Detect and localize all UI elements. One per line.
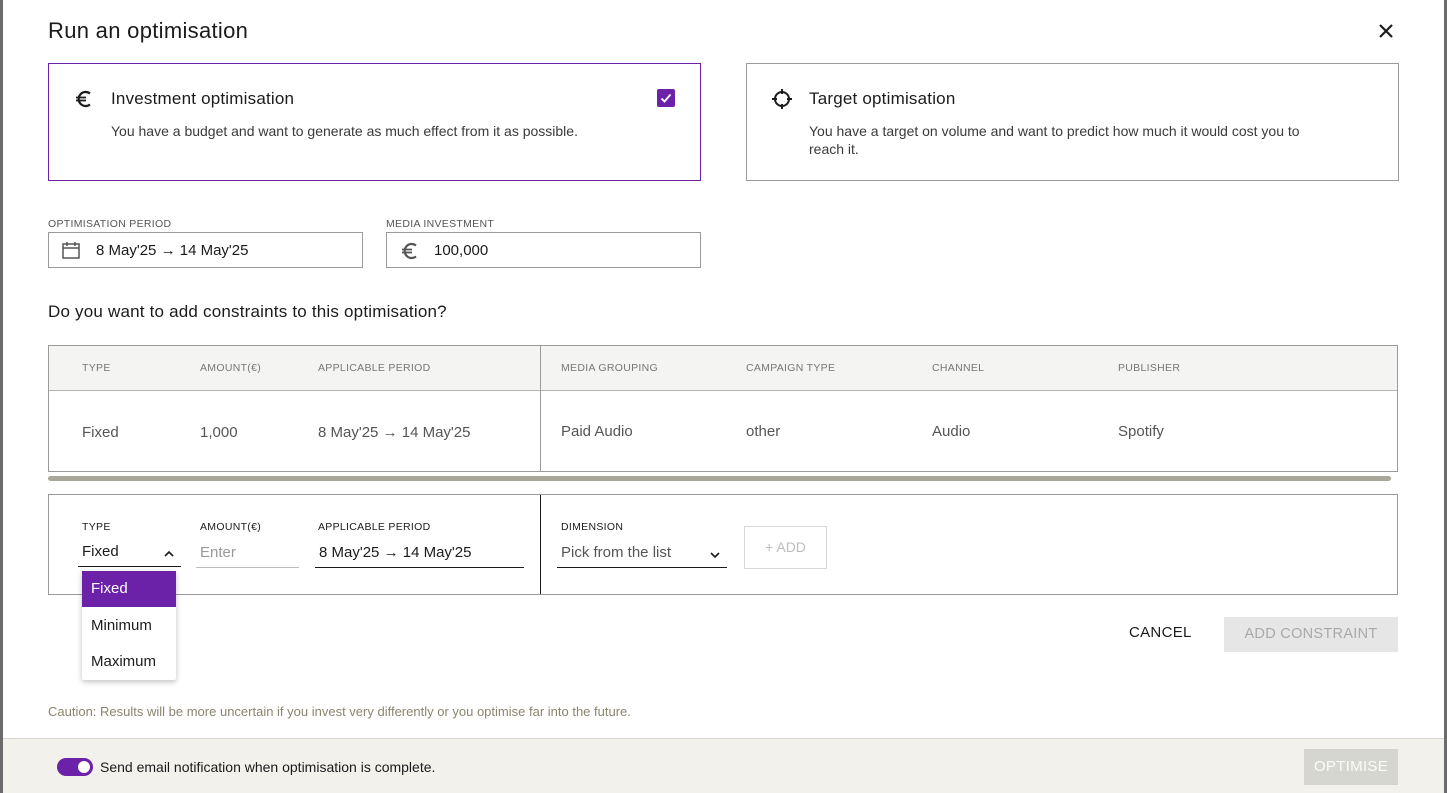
editor-divider	[540, 495, 541, 594]
header-channel: CHANNEL	[932, 362, 985, 374]
crosshair-icon	[771, 88, 793, 110]
cell-period: 8 May'25 → 14 May'25	[318, 424, 471, 441]
target-optimisation-description: You have a target on volume and want to …	[809, 123, 1300, 157]
euro-icon	[399, 240, 419, 260]
horizontal-scrollbar[interactable]	[48, 476, 1391, 481]
calendar-icon	[61, 240, 81, 260]
dialog-title: Run an optimisation	[48, 18, 249, 43]
dimension-select[interactable]: Pick from the list	[557, 544, 727, 568]
cancel-button[interactable]: CANCEL	[1129, 624, 1192, 641]
media-investment-field[interactable]: 100,000	[386, 232, 701, 268]
close-icon[interactable]	[1375, 20, 1397, 42]
dialog-footer: Send email notification when optimisatio…	[3, 738, 1444, 793]
chevron-down-icon	[709, 548, 721, 560]
add-dimension-button[interactable]: + ADD	[744, 526, 827, 569]
header-publisher: PUBLISHER	[1118, 362, 1181, 374]
applicable-period-input[interactable]: 8 May'25 → 14 May'25	[315, 544, 524, 568]
optimisation-dialog: Run an optimisation Investment optimisat…	[3, 0, 1444, 793]
email-notification-toggle[interactable]	[57, 758, 93, 776]
constraint-editor: TYPE Fixed AMOUNT(€) Enter APPLICABLE PE…	[48, 494, 1398, 595]
target-optimisation-title: Target optimisation	[809, 89, 956, 108]
investment-optimisation-title: Investment optimisation	[111, 89, 295, 108]
dropdown-option-maximum[interactable]: Maximum	[82, 644, 176, 680]
cell-type: Fixed	[82, 424, 119, 441]
type-select-value: Fixed	[82, 543, 119, 560]
investment-optimisation-description: You have a budget and want to generate a…	[111, 123, 578, 139]
header-campaign-type: CAMPAIGN TYPE	[746, 362, 836, 374]
editor-amount-label: AMOUNT(€)	[200, 521, 262, 533]
optimisation-period-label: OPTIMISATION PERIOD	[48, 218, 172, 230]
target-optimisation-card[interactable]: Target optimisation You have a target on…	[746, 63, 1399, 181]
media-investment-value: 100,000	[434, 242, 489, 259]
chevron-up-icon	[163, 547, 175, 559]
constraints-question: Do you want to add constraints to this o…	[48, 302, 447, 321]
table-header: TYPE AMOUNT(€) APPLICABLE PERIOD MEDIA G…	[49, 346, 1397, 391]
media-investment-label: MEDIA INVESTMENT	[386, 218, 495, 230]
editor-type-label: TYPE	[82, 521, 111, 533]
cell-channel: Audio	[932, 423, 971, 440]
amount-placeholder: Enter	[200, 544, 236, 561]
type-dropdown-menu: Fixed Minimum Maximum	[82, 571, 176, 680]
investment-optimisation-card[interactable]: Investment optimisation You have a budge…	[48, 63, 701, 181]
euro-icon	[73, 88, 95, 110]
add-constraint-button[interactable]: ADD CONSTRAINT	[1224, 617, 1398, 652]
cell-amount: 1,000	[200, 424, 238, 441]
column-divider	[540, 346, 541, 471]
optimisation-period-field[interactable]: 8 May'25 → 14 May'25	[48, 232, 363, 268]
header-amount: AMOUNT(€)	[200, 362, 262, 374]
email-notification-label: Send email notification when optimisatio…	[100, 759, 436, 775]
applicable-period-value: 8 May'25 → 14 May'25	[319, 544, 472, 561]
selected-checkbox[interactable]	[657, 89, 675, 107]
optimise-button[interactable]: OPTIMISE	[1304, 749, 1398, 785]
header-type: TYPE	[82, 362, 111, 374]
caution-text: Caution: Results will be more uncertain …	[48, 704, 631, 719]
optimisation-period-value: 8 May'25 → 14 May'25	[96, 242, 249, 259]
cell-publisher: Spotify	[1118, 423, 1164, 440]
type-select[interactable]: Fixed	[78, 543, 181, 567]
constraints-table: TYPE AMOUNT(€) APPLICABLE PERIOD MEDIA G…	[48, 345, 1398, 472]
dropdown-option-fixed[interactable]: Fixed	[82, 571, 176, 607]
editor-dimension-label: DIMENSION	[561, 521, 624, 533]
header-period: APPLICABLE PERIOD	[318, 362, 431, 374]
cell-media-grouping: Paid Audio	[561, 423, 633, 440]
header-media-grouping: MEDIA GROUPING	[561, 362, 658, 374]
dropdown-option-minimum[interactable]: Minimum	[82, 608, 176, 644]
amount-input[interactable]: Enter	[196, 544, 299, 568]
cell-campaign-type: other	[746, 423, 781, 440]
toggle-knob	[78, 761, 90, 773]
editor-period-label: APPLICABLE PERIOD	[318, 521, 431, 533]
dimension-placeholder: Pick from the list	[561, 544, 672, 561]
